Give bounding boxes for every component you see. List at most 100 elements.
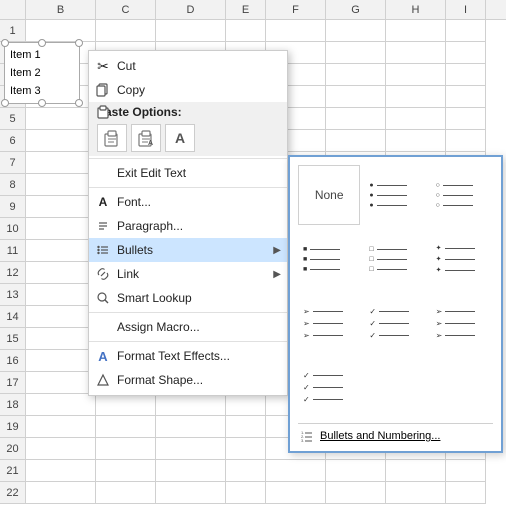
menu-item-smart-lookup[interactable]: Smart Lookup	[89, 286, 287, 310]
row-header-21[interactable]: 21	[0, 460, 26, 482]
cell-i6[interactable]	[446, 130, 486, 152]
cell-i1[interactable]	[446, 20, 486, 42]
cell-h1[interactable]	[386, 20, 446, 42]
menu-item-copy[interactable]: Copy	[89, 78, 287, 102]
cell-c22[interactable]	[96, 482, 156, 504]
col-header-f[interactable]: F	[266, 0, 326, 19]
cell-b9[interactable]	[26, 196, 96, 218]
row-header-16[interactable]: 16	[0, 350, 26, 372]
cell-c19[interactable]	[96, 416, 156, 438]
selection-handle-top-right[interactable]	[75, 39, 83, 47]
cell-b11[interactable]	[26, 240, 96, 262]
bullet-option-arrow1[interactable]: ➢ ➢ ➢	[298, 293, 360, 353]
cell-d18[interactable]	[156, 394, 226, 416]
row-header-7[interactable]: 7	[0, 152, 26, 174]
cell-h21[interactable]	[386, 460, 446, 482]
row-header-9[interactable]: 9	[0, 196, 26, 218]
menu-item-font[interactable]: A Font...	[89, 190, 287, 214]
cell-b13[interactable]	[26, 284, 96, 306]
cell-b17[interactable]	[26, 372, 96, 394]
cell-b5[interactable]	[26, 108, 96, 130]
cell-e22[interactable]	[226, 482, 266, 504]
cell-d20[interactable]	[156, 438, 226, 460]
cell-g5[interactable]	[326, 108, 386, 130]
row-header-8[interactable]: 8	[0, 174, 26, 196]
cell-f1[interactable]	[266, 20, 326, 42]
bullet-option-check1[interactable]: ✓ ✓ ✓	[364, 293, 426, 353]
row-header-19[interactable]: 19	[0, 416, 26, 438]
bullet-option-filled-square[interactable]: ■ ■ ■	[298, 229, 360, 289]
cell-d21[interactable]	[156, 460, 226, 482]
cell-e21[interactable]	[226, 460, 266, 482]
row-header-20[interactable]: 20	[0, 438, 26, 460]
menu-item-format-shape[interactable]: Format Shape...	[89, 368, 287, 392]
bullet-option-filled-circle[interactable]: ● ● ●	[364, 165, 426, 225]
cell-b18[interactable]	[26, 394, 96, 416]
cell-i3[interactable]	[446, 64, 486, 86]
selection-handle-bottom-left[interactable]	[1, 99, 9, 107]
cell-b16[interactable]	[26, 350, 96, 372]
cell-e18[interactable]	[226, 394, 266, 416]
col-header-d[interactable]: D	[156, 0, 226, 19]
cell-h4[interactable]	[386, 86, 446, 108]
bullet-option-star[interactable]: ✦ ✦ ✦	[431, 229, 493, 289]
menu-item-bullets[interactable]: Bullets ▶	[89, 238, 287, 262]
cell-g22[interactable]	[326, 482, 386, 504]
col-header-e[interactable]: E	[226, 0, 266, 19]
paste-btn-3[interactable]: A	[165, 124, 195, 152]
cell-g6[interactable]	[326, 130, 386, 152]
cell-e20[interactable]	[226, 438, 266, 460]
row-header-10[interactable]: 10	[0, 218, 26, 240]
cell-c21[interactable]	[96, 460, 156, 482]
cell-b6[interactable]	[26, 130, 96, 152]
cell-h5[interactable]	[386, 108, 446, 130]
cell-f22[interactable]	[266, 482, 326, 504]
menu-item-link[interactable]: Link ▶	[89, 262, 287, 286]
cell-i4[interactable]	[446, 86, 486, 108]
menu-item-assign-macro[interactable]: Assign Macro...	[89, 315, 287, 339]
cell-f21[interactable]	[266, 460, 326, 482]
row-header-18[interactable]: 18	[0, 394, 26, 416]
cell-b8[interactable]	[26, 174, 96, 196]
row-header-14[interactable]: 14	[0, 306, 26, 328]
cell-b12[interactable]	[26, 262, 96, 284]
paste-btn-2[interactable]: A	[131, 124, 161, 152]
cell-d19[interactable]	[156, 416, 226, 438]
row-header-5[interactable]: 5	[0, 108, 26, 130]
cell-g2[interactable]	[326, 42, 386, 64]
selection-handle-top-left[interactable]	[1, 39, 9, 47]
bullet-option-hollow-circle[interactable]: ○ ○ ○	[431, 165, 493, 225]
col-header-g[interactable]: G	[326, 0, 386, 19]
menu-item-exit-edit[interactable]: Exit Edit Text	[89, 161, 287, 185]
col-header-i[interactable]: I	[446, 0, 486, 19]
row-header-12[interactable]: 12	[0, 262, 26, 284]
cell-g3[interactable]	[326, 64, 386, 86]
cell-h3[interactable]	[386, 64, 446, 86]
col-header-b[interactable]: B	[26, 0, 96, 19]
menu-item-paragraph[interactable]: Paragraph...	[89, 214, 287, 238]
cell-d1[interactable]	[156, 20, 226, 42]
cell-i21[interactable]	[446, 460, 486, 482]
row-header-15[interactable]: 15	[0, 328, 26, 350]
bullet-option-arrow2[interactable]: ➢ ➢ ➢	[431, 293, 493, 353]
paste-btn-1[interactable]	[97, 124, 127, 152]
cell-h6[interactable]	[386, 130, 446, 152]
cell-i5[interactable]	[446, 108, 486, 130]
cell-b19[interactable]	[26, 416, 96, 438]
cell-h2[interactable]	[386, 42, 446, 64]
cell-e1[interactable]	[226, 20, 266, 42]
cell-c20[interactable]	[96, 438, 156, 460]
row-header-11[interactable]: 11	[0, 240, 26, 262]
cell-g21[interactable]	[326, 460, 386, 482]
menu-item-cut[interactable]: ✂ Cut	[89, 54, 287, 78]
col-header-h[interactable]: H	[386, 0, 446, 19]
items-textbox[interactable]: Item 1 Item 2 Item 3	[4, 42, 80, 104]
selection-handle-bottom-right[interactable]	[75, 99, 83, 107]
cell-c1[interactable]	[96, 20, 156, 42]
cell-e19[interactable]	[226, 416, 266, 438]
cell-b1[interactable]	[26, 20, 96, 42]
row-header-17[interactable]: 17	[0, 372, 26, 394]
cell-h22[interactable]	[386, 482, 446, 504]
bullets-numbering-footer[interactable]: 1. 2. 3. Bullets and Numbering...	[298, 423, 493, 443]
col-header-c[interactable]: C	[96, 0, 156, 19]
